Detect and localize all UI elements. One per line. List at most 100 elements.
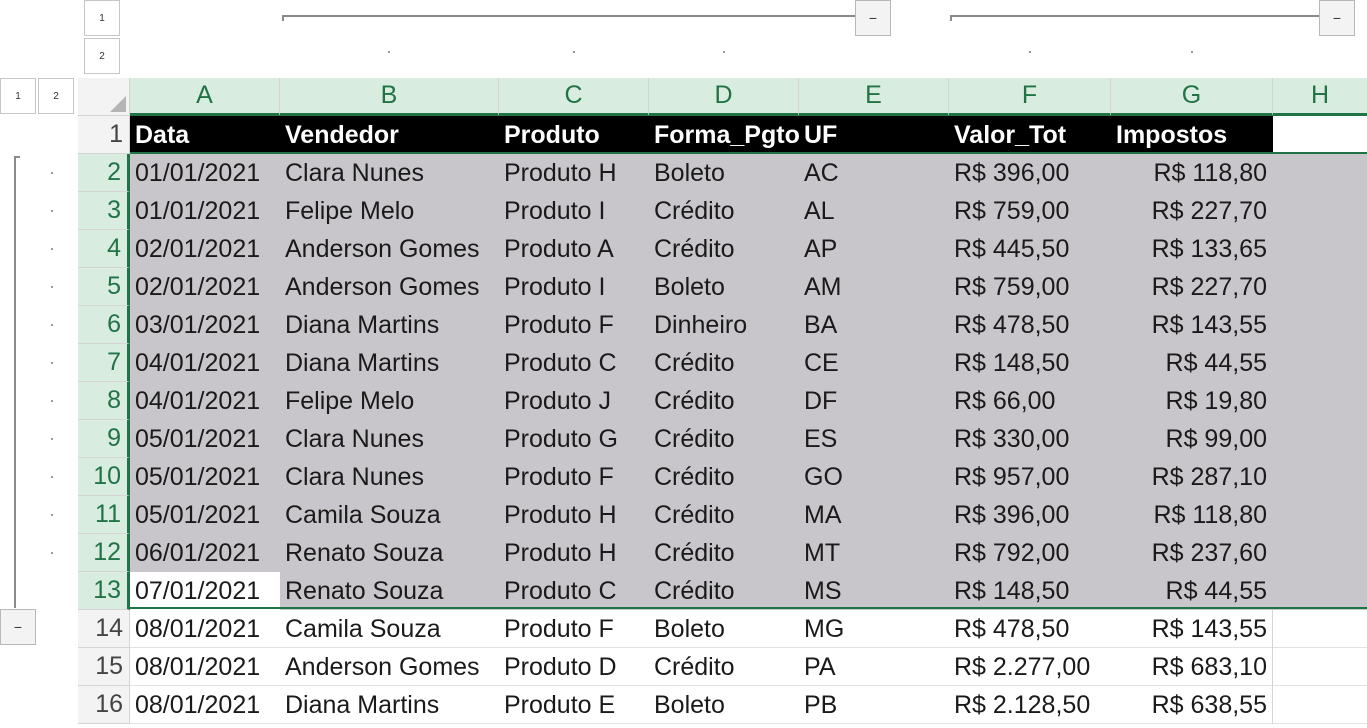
table-cell[interactable]: Crédito — [649, 648, 799, 686]
table-cell[interactable]: AL — [799, 192, 949, 230]
table-cell[interactable]: R$ 396,00 — [949, 496, 1111, 534]
table-cell[interactable]: 05/01/2021 — [130, 458, 280, 496]
table-cell[interactable]: R$ 330,00 — [949, 420, 1111, 458]
table-cell[interactable]: R$ 683,10 — [1111, 648, 1273, 686]
table-cell[interactable]: MG — [799, 610, 949, 648]
table-cell[interactable]: R$ 44,55 — [1111, 344, 1273, 382]
table-cell[interactable]: MS — [799, 572, 949, 610]
table-cell[interactable]: Produto G — [499, 420, 649, 458]
table-cell[interactable]: R$ 638,55 — [1111, 686, 1273, 724]
table-cell[interactable]: Crédito — [649, 344, 799, 382]
table-cell[interactable]: R$ 792,00 — [949, 534, 1111, 572]
table-cell[interactable]: Produto F — [499, 610, 649, 648]
column-header-g[interactable]: G — [1111, 78, 1273, 116]
row-header-5[interactable]: 5 — [78, 268, 130, 306]
table-cell[interactable]: Produto I — [499, 192, 649, 230]
table-cell[interactable]: Crédito — [649, 458, 799, 496]
table-cell[interactable]: Crédito — [649, 230, 799, 268]
table-cell[interactable]: Renato Souza — [280, 572, 499, 610]
column-header-b[interactable]: B — [280, 78, 499, 116]
table-cell[interactable]: Boleto — [649, 610, 799, 648]
table-cell[interactable]: Anderson Gomes — [280, 230, 499, 268]
column-header-h[interactable]: H — [1273, 78, 1367, 116]
row-header-9[interactable]: 9 — [78, 420, 130, 458]
row-group-collapse-button[interactable]: − — [0, 609, 36, 645]
table-cell[interactable]: BA — [799, 306, 949, 344]
table-cell[interactable]: R$ 2.128,50 — [949, 686, 1111, 724]
header-cell-data[interactable]: Data — [130, 116, 280, 154]
active-cell[interactable]: 07/01/2021 — [130, 572, 280, 610]
row-header-7[interactable]: 7 — [78, 344, 130, 382]
column-header-f[interactable]: F — [949, 78, 1111, 116]
table-cell[interactable]: Crédito — [649, 382, 799, 420]
table-cell[interactable]: R$ 143,55 — [1111, 306, 1273, 344]
column-outline-level-2-button[interactable]: 2 — [84, 38, 120, 74]
table-cell[interactable]: Produto F — [499, 458, 649, 496]
table-cell[interactable]: Boleto — [649, 686, 799, 724]
row-outline-level-2-button[interactable]: 2 — [38, 78, 74, 114]
row-header-13[interactable]: 13 — [78, 572, 130, 610]
row-header-15[interactable]: 15 — [78, 648, 130, 686]
table-cell[interactable]: R$ 44,55 — [1111, 572, 1273, 610]
table-cell[interactable]: R$ 227,70 — [1111, 268, 1273, 306]
table-cell[interactable]: Renato Souza — [280, 534, 499, 572]
table-cell[interactable]: Diana Martins — [280, 686, 499, 724]
table-cell[interactable]: R$ 478,50 — [949, 306, 1111, 344]
table-cell[interactable]: R$ 478,50 — [949, 610, 1111, 648]
table-cell[interactable]: Crédito — [649, 420, 799, 458]
header-cell-forma-pgto[interactable]: Forma_Pgto — [649, 116, 799, 154]
column-header-a[interactable]: A — [130, 78, 280, 116]
table-cell[interactable]: R$ 445,50 — [949, 230, 1111, 268]
row-header-8[interactable]: 8 — [78, 382, 130, 420]
table-cell[interactable]: DF — [799, 382, 949, 420]
table-cell[interactable]: Produto D — [499, 648, 649, 686]
table-cell[interactable]: Crédito — [649, 192, 799, 230]
column-header-d[interactable]: D — [649, 78, 799, 116]
table-cell[interactable]: R$ 118,80 — [1111, 496, 1273, 534]
header-cell-vendedor[interactable]: Vendedor — [280, 116, 499, 154]
table-cell[interactable]: R$ 118,80 — [1111, 154, 1273, 192]
table-cell[interactable]: 03/01/2021 — [130, 306, 280, 344]
select-all-corner[interactable] — [78, 78, 130, 116]
table-cell[interactable]: Produto H — [499, 496, 649, 534]
table-cell[interactable]: Produto C — [499, 344, 649, 382]
table-cell[interactable]: 01/01/2021 — [130, 154, 280, 192]
table-cell[interactable]: Camila Souza — [280, 496, 499, 534]
table-cell[interactable]: MT — [799, 534, 949, 572]
table-cell[interactable]: Produto F — [499, 306, 649, 344]
table-cell[interactable]: 02/01/2021 — [130, 230, 280, 268]
table-cell[interactable]: R$ 759,00 — [949, 268, 1111, 306]
table-cell[interactable]: R$ 19,80 — [1111, 382, 1273, 420]
table-cell[interactable]: Produto J — [499, 382, 649, 420]
table-cell[interactable]: Crédito — [649, 534, 799, 572]
header-cell-valor-tot[interactable]: Valor_Tot — [949, 116, 1111, 154]
row-header-10[interactable]: 10 — [78, 458, 130, 496]
table-cell[interactable]: PA — [799, 648, 949, 686]
table-cell[interactable]: R$ 237,60 — [1111, 534, 1273, 572]
table-cell[interactable]: 06/01/2021 — [130, 534, 280, 572]
table-cell[interactable]: Clara Nunes — [280, 458, 499, 496]
row-header-16[interactable]: 16 — [78, 686, 130, 724]
table-cell[interactable]: Diana Martins — [280, 306, 499, 344]
table-cell[interactable]: Produto I — [499, 268, 649, 306]
row-header-6[interactable]: 6 — [78, 306, 130, 344]
table-cell[interactable]: Boleto — [649, 268, 799, 306]
column-group-2-collapse-button[interactable]: − — [1319, 0, 1355, 36]
row-header-14[interactable]: 14 — [78, 610, 130, 648]
table-cell[interactable]: Crédito — [649, 496, 799, 534]
column-outline-level-1-button[interactable]: 1 — [84, 0, 120, 36]
table-cell[interactable]: Clara Nunes — [280, 154, 499, 192]
table-cell[interactable]: AC — [799, 154, 949, 192]
table-cell[interactable]: 05/01/2021 — [130, 496, 280, 534]
table-cell[interactable]: R$ 759,00 — [949, 192, 1111, 230]
table-cell[interactable]: Dinheiro — [649, 306, 799, 344]
header-cell-uf[interactable]: UF — [799, 116, 949, 154]
table-cell[interactable]: Anderson Gomes — [280, 268, 499, 306]
table-cell[interactable]: Boleto — [649, 154, 799, 192]
row-header-3[interactable]: 3 — [78, 192, 130, 230]
table-cell[interactable]: 05/01/2021 — [130, 420, 280, 458]
table-cell[interactable]: 04/01/2021 — [130, 382, 280, 420]
table-cell[interactable]: Anderson Gomes — [280, 648, 499, 686]
table-cell[interactable]: 08/01/2021 — [130, 686, 280, 724]
table-cell[interactable]: Felipe Melo — [280, 192, 499, 230]
